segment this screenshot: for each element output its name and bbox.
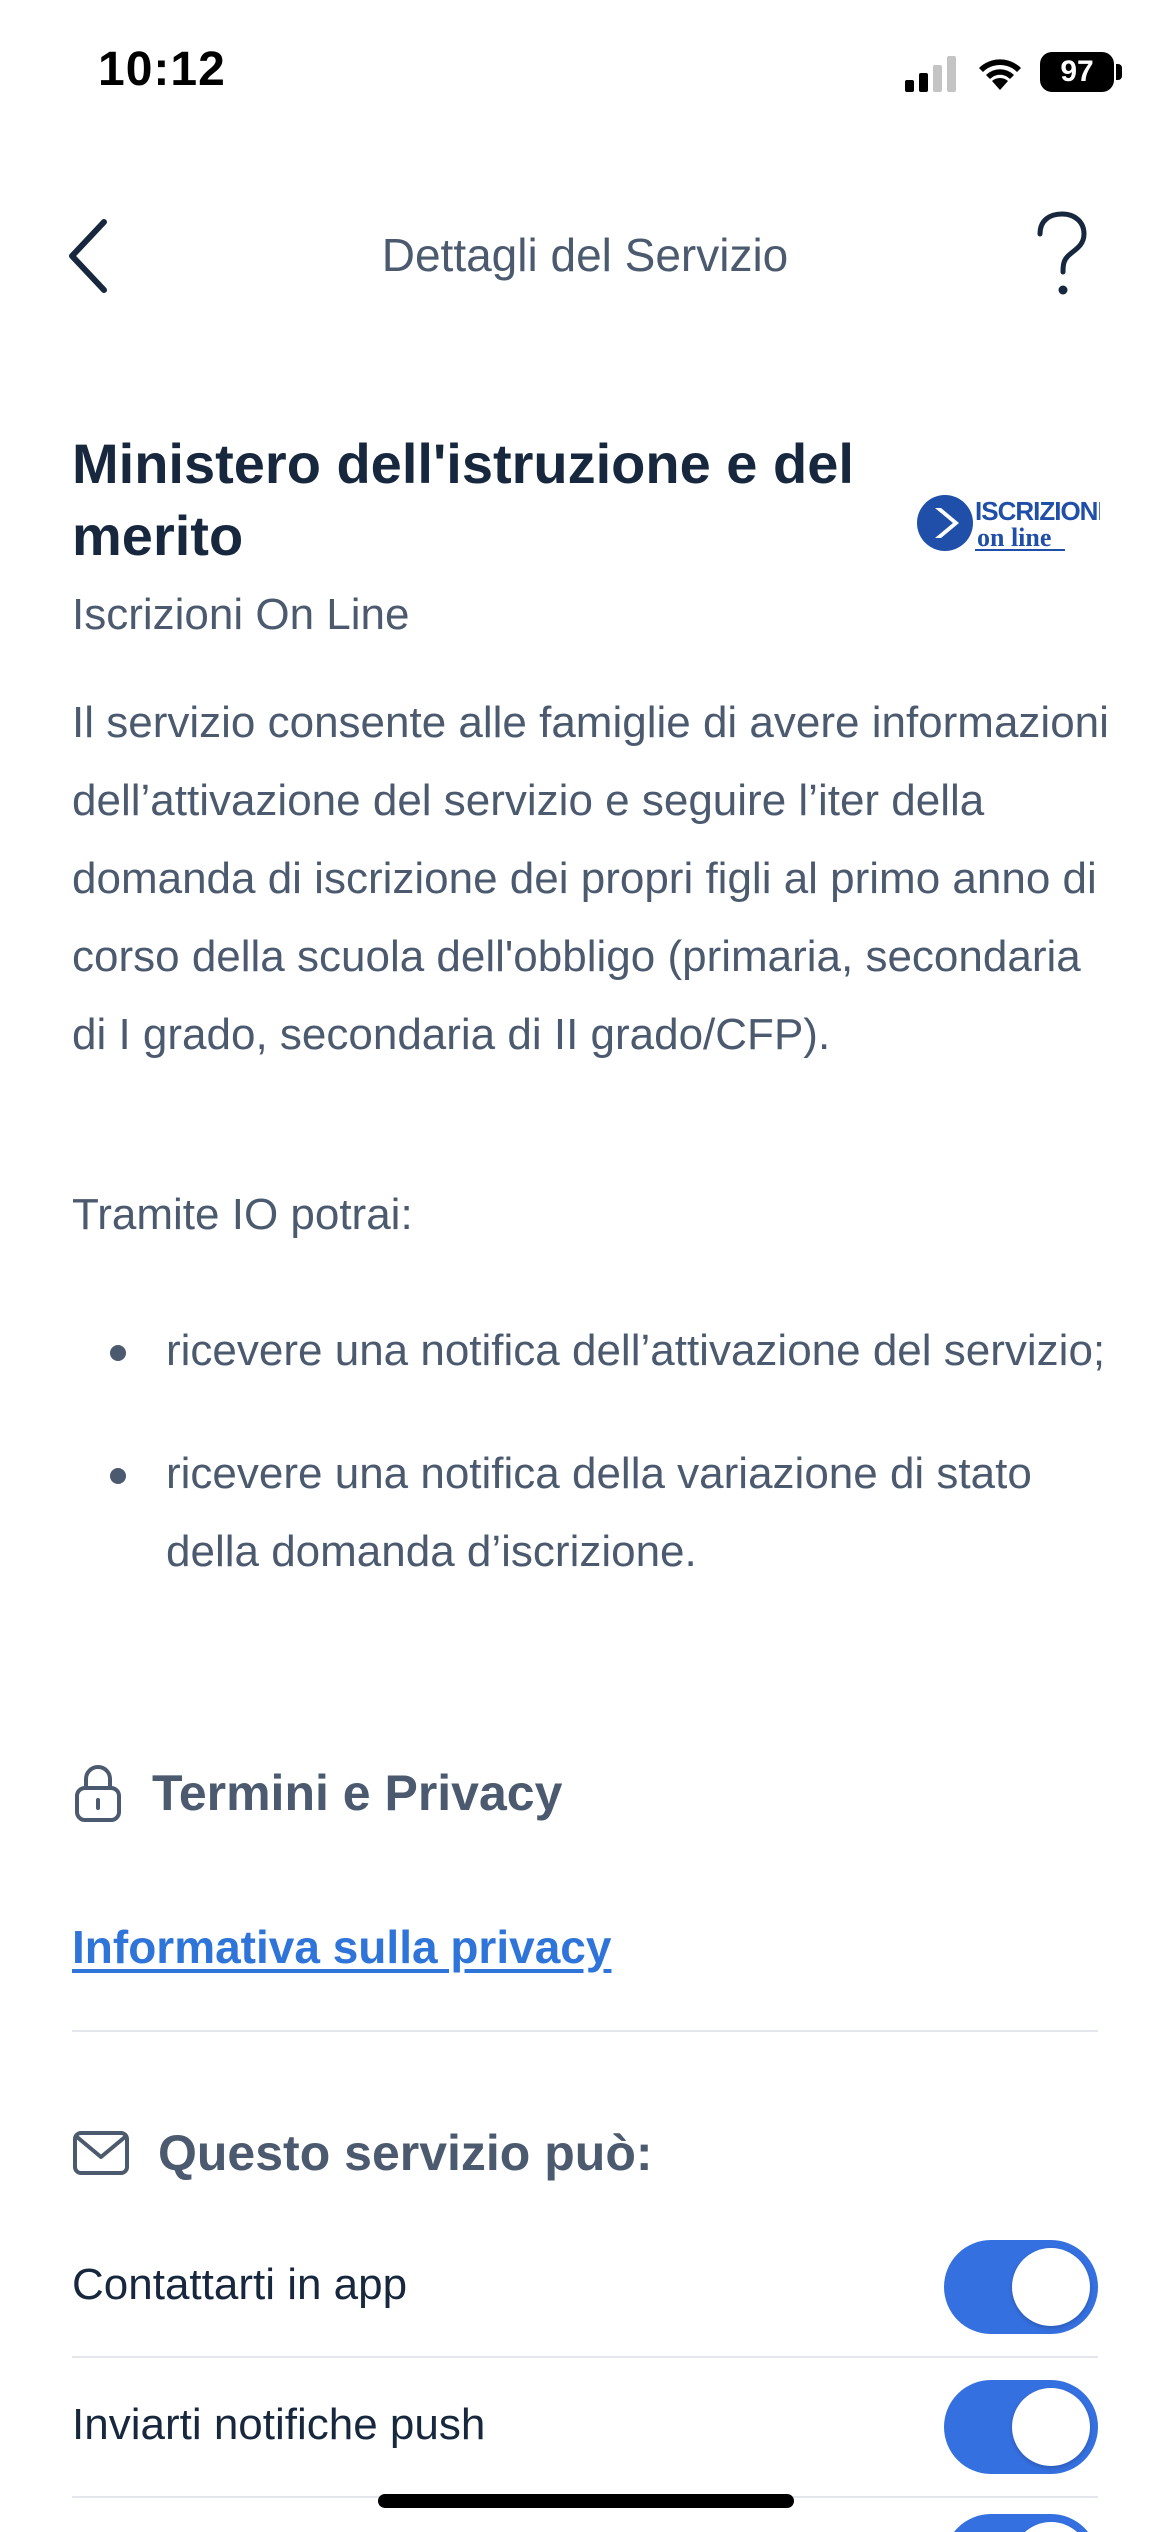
push-notifications-toggle[interactable] bbox=[944, 2380, 1098, 2474]
toggle-knob bbox=[1012, 2388, 1090, 2466]
list-item-text: ricevere una notifica dell’attivazione d… bbox=[166, 1326, 1106, 1375]
service-name: Iscrizioni On Line bbox=[72, 590, 410, 639]
service-description: Il servizio consente alle famiglie di av… bbox=[72, 698, 1109, 1059]
in-app-contact-toggle[interactable] bbox=[944, 2240, 1098, 2334]
envelope-icon bbox=[73, 2131, 129, 2175]
iscrizioni-online-logo: ISCRIZIONI on line bbox=[917, 495, 1100, 552]
privacy-title-text: Termini e Privacy bbox=[152, 1765, 563, 1821]
cellular-signal-icon bbox=[905, 56, 956, 92]
permission-label: Inviarti notifiche push bbox=[72, 2400, 486, 2449]
next-permission-toggle[interactable] bbox=[944, 2514, 1098, 2532]
page-title: Dettagli del Servizio bbox=[381, 229, 789, 281]
bullet-icon bbox=[110, 1345, 126, 1361]
battery-indicator: 97 bbox=[1040, 52, 1114, 92]
bullet-icon bbox=[110, 1468, 126, 1484]
status-bar: 10:12 97 bbox=[0, 0, 1170, 150]
permissions-section-title: Questo servizio può: bbox=[72, 2124, 653, 2182]
list-item: ricevere una notifica della variazione d… bbox=[72, 1435, 1112, 1591]
organization-name: Ministero dell'istruzione e del merito bbox=[72, 432, 854, 567]
features-list: ricevere una notifica dell’attivazione d… bbox=[72, 1312, 1112, 1636]
logo-line2: on line bbox=[977, 523, 1051, 552]
lock-icon bbox=[75, 1765, 121, 1822]
service-details-screen: 10:12 97 Dettagli del Servizio Ministero… bbox=[0, 0, 1170, 2532]
features-intro: Tramite IO potrai: bbox=[72, 1190, 413, 1239]
list-item: ricevere una notifica dell’attivazione d… bbox=[72, 1312, 1112, 1390]
battery-tip bbox=[1116, 64, 1122, 80]
permission-row-push: Inviarti notifiche push bbox=[72, 2356, 1098, 2496]
privacy-policy-link[interactable]: Informativa sulla privacy bbox=[72, 1920, 611, 1974]
home-indicator bbox=[378, 2494, 794, 2508]
privacy-section-title: Termini e Privacy bbox=[72, 1762, 562, 1824]
divider bbox=[72, 2030, 1098, 2032]
status-time: 10:12 bbox=[98, 43, 226, 96]
logo-line1: ISCRIZIONI bbox=[975, 496, 1100, 526]
wifi-icon bbox=[979, 59, 1021, 90]
permissions-title-text: Questo servizio può: bbox=[158, 2125, 653, 2181]
permission-label: Contattarti in app bbox=[72, 2260, 408, 2309]
toggle-knob bbox=[1012, 2522, 1090, 2532]
toggle-knob bbox=[1012, 2248, 1090, 2326]
navigation-header: Dettagli del Servizio bbox=[0, 190, 1170, 320]
permission-row-in-app: Contattarti in app bbox=[72, 2216, 1098, 2356]
list-item-text: ricevere una notifica della variazione d… bbox=[166, 1449, 1032, 1576]
help-button[interactable] bbox=[1032, 210, 1092, 300]
question-mark-icon bbox=[1037, 211, 1087, 295]
